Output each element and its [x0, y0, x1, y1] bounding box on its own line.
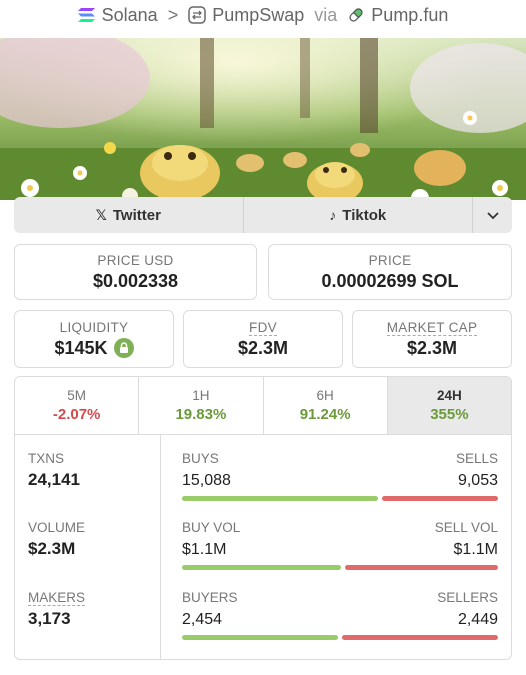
makers-label[interactable]: MAKERS: [28, 590, 86, 606]
liquidity-value: $145K: [54, 337, 108, 358]
buys-bar: [182, 496, 378, 501]
twitter-label: Twitter: [112, 206, 161, 224]
txns-metric: TXNS 24,141: [28, 451, 80, 490]
buyers-label: BUYERS: [182, 590, 238, 605]
sellers-label: SELLERS: [437, 590, 498, 605]
pumpswap-icon: [188, 6, 206, 24]
more-links-button[interactable]: [472, 197, 512, 233]
liquidity-label: LIQUIDITY: [59, 319, 129, 335]
makers-value: 3,173: [28, 609, 71, 628]
buy-vol-value: $1.1M: [182, 541, 227, 558]
txns-value: 24,141: [28, 470, 80, 489]
x-icon: 𝕏: [95, 206, 107, 223]
market-cap-card: MARKET CAP $2.3M: [352, 310, 512, 368]
totals-column: TXNS 24,141 VOLUME $2.3M MAKERS 3,173: [15, 435, 161, 659]
liquidity-card: LIQUIDITY $145K: [14, 310, 174, 368]
price-usd-value: $0.002338: [92, 270, 179, 291]
market-cap-value: $2.3M: [406, 337, 458, 358]
volume-metric: VOLUME $2.3M: [28, 520, 85, 559]
tab-label: 24H: [436, 388, 462, 403]
via-text: via: [314, 4, 338, 25]
tab-change: 91.24%: [299, 406, 351, 423]
chain-link[interactable]: Solana: [102, 5, 158, 26]
volume-label: VOLUME: [28, 520, 86, 535]
volume-value: $2.3M: [28, 539, 76, 558]
tab-change: 19.83%: [175, 406, 227, 423]
price-sol-label: PRICE: [368, 252, 412, 268]
buyers-value: 2,454: [182, 611, 223, 628]
price-usd-card: PRICE USD $0.002338: [14, 244, 257, 300]
sellers-bar: [342, 635, 498, 640]
pill-icon: [347, 6, 365, 24]
tab-6h[interactable]: 6H 91.24%: [262, 377, 387, 434]
breadcrumb-separator: >: [167, 4, 179, 25]
buyers-sellers-row: BUYERS SELLERS 2,454 2,449: [182, 590, 498, 640]
buyers-sellers-bar: [182, 635, 498, 640]
timeframe-tabs: 5M -2.07% 1H 19.83% 6H 91.24% 24H 355%: [15, 377, 511, 435]
fdv-card: FDV $2.3M: [183, 310, 343, 368]
buys-sells-bar: [182, 496, 498, 501]
fdv-label[interactable]: FDV: [249, 319, 277, 336]
tab-label: 1H: [192, 388, 210, 403]
chevron-down-icon: [486, 207, 499, 223]
buy-vol-label: BUY VOL: [182, 520, 241, 535]
sells-label: SELLS: [455, 451, 498, 466]
txns-label: TXNS: [28, 451, 65, 466]
tab-5m[interactable]: 5M -2.07%: [15, 377, 138, 434]
buyers-bar: [182, 635, 338, 640]
fdv-value: $2.3M: [237, 337, 289, 358]
sell-vol-label: SELL VOL: [434, 520, 498, 535]
volume-split-row: BUY VOL SELL VOL $1.1M $1.1M: [182, 520, 498, 570]
breadcrumb: Solana > PumpSwap via Pump.fun: [0, 0, 526, 30]
trading-stats-panel: 5M -2.07% 1H 19.83% 6H 91.24% 24H 355% T…: [14, 376, 512, 660]
tab-1h[interactable]: 1H 19.83%: [138, 377, 262, 434]
solana-icon: [77, 7, 96, 23]
social-links-bar: 𝕏 Twitter ♪ Tiktok: [14, 197, 512, 233]
makers-metric: MAKERS 3,173: [28, 590, 86, 629]
token-banner-image: [0, 38, 526, 200]
sell-vol-bar: [345, 565, 498, 570]
sells-value: 9,053: [457, 472, 498, 489]
tab-24h[interactable]: 24H 355%: [386, 377, 511, 434]
sellers-value: 2,449: [457, 611, 498, 628]
buy-vol-bar: [182, 565, 341, 570]
tab-label: 5M: [67, 388, 86, 403]
sells-bar: [382, 496, 498, 501]
sell-vol-value: $1.1M: [453, 541, 498, 558]
tab-change: -2.07%: [52, 406, 101, 423]
price-sol-value: 0.00002699 SOL: [321, 270, 459, 291]
market-cap-label[interactable]: MARKET CAP: [386, 319, 478, 336]
tab-change: 355%: [430, 406, 469, 423]
price-usd-label: PRICE USD: [97, 252, 174, 268]
twitter-button[interactable]: 𝕏 Twitter: [14, 197, 243, 233]
tiktok-label: Tiktok: [342, 206, 387, 224]
buys-label: BUYS: [182, 451, 219, 466]
dex-link[interactable]: PumpSwap: [212, 5, 304, 26]
price-sol-card: PRICE 0.00002699 SOL: [268, 244, 512, 300]
tiktok-button[interactable]: ♪ Tiktok: [242, 197, 473, 233]
lock-icon[interactable]: [113, 338, 134, 358]
volume-split-bar: [182, 565, 498, 570]
buys-value: 15,088: [182, 472, 231, 489]
launchpad-link[interactable]: Pump.fun: [371, 5, 448, 26]
tiktok-icon: ♪: [329, 207, 337, 223]
tab-label: 6H: [316, 388, 334, 403]
buys-sells-row: BUYS SELLS 15,088 9,053: [182, 451, 498, 501]
